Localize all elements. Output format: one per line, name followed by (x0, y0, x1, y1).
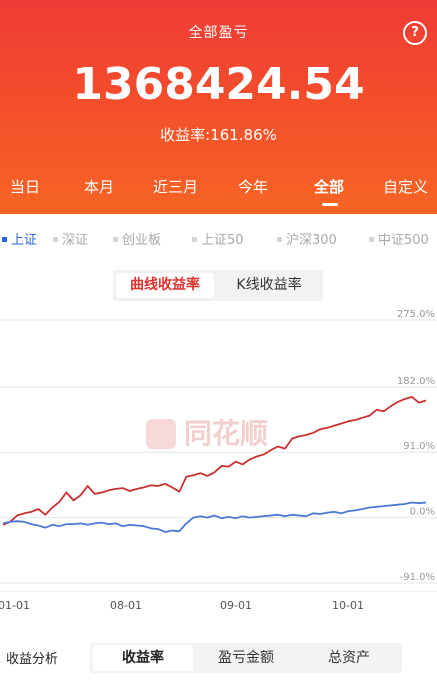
index-dot-icon (113, 237, 118, 242)
period-tabs: 当日 本月 近三月 今年 全部 自定义 (0, 176, 437, 200)
return-analysis-label: 收益分析 (6, 652, 59, 667)
tab-today[interactable]: 当日 (10, 176, 40, 197)
tab-custom[interactable]: 自定义 (383, 176, 428, 197)
chart-type-toggle: 曲线收益率 K线收益率 (113, 270, 323, 301)
x-tick-label: 10-01 (332, 599, 364, 612)
total-profit-value: 1368424.54 (72, 59, 365, 110)
page-title: 全部盈亏 (188, 25, 249, 41)
index-sse50[interactable]: 上证50 (192, 229, 244, 248)
index-dot-icon (192, 237, 197, 242)
return-rate-value: 161.86% (210, 126, 277, 144)
tab-last-three-months[interactable]: 近三月 (153, 176, 198, 197)
summary-header: 全部盈亏 ? 1368424.54 收益率:161.86% 当日 本月 近三月 … (0, 0, 437, 214)
y-tick-label: 0.0% (410, 507, 435, 518)
tab-this-year[interactable]: 今年 (238, 176, 268, 197)
y-tick-label: 182.0% (397, 376, 435, 387)
x-tick-label: 09-01 (220, 599, 252, 612)
index-csi300[interactable]: 沪深300 (277, 229, 337, 248)
index-shenzhen[interactable]: 深证 (53, 229, 88, 248)
index-dot-icon (53, 237, 58, 242)
analysis-tabs: 收益率 盈亏金额 总资产 (90, 643, 402, 673)
x-tick-label: 01-01 (0, 599, 30, 612)
y-tick-label: -91.0% (400, 572, 435, 583)
curve-return-button[interactable]: 曲线收益率 (116, 273, 214, 298)
return-rate-label: 收益率: (160, 126, 211, 144)
index-shanghai[interactable]: 上证 (2, 229, 37, 248)
tab-this-month[interactable]: 本月 (84, 176, 114, 197)
help-icon[interactable]: ? (403, 21, 427, 45)
kline-return-button[interactable]: K线收益率 (219, 273, 319, 298)
benchmark-index-selector: 上证 深证 创业板 上证50 沪深300 中证500 (0, 229, 437, 249)
index-dot-icon (2, 237, 7, 242)
tab-return-rate[interactable]: 收益率 (93, 645, 193, 671)
tab-profit-amount[interactable]: 盈亏金额 (196, 645, 296, 671)
watermark-logo-icon (146, 419, 176, 449)
watermark-text: 同花顺 (184, 417, 268, 450)
return-rate: 收益率:161.86% (0, 124, 437, 145)
index-dot-icon (277, 237, 282, 242)
tab-total-assets[interactable]: 总资产 (299, 645, 399, 671)
return-chart[interactable]: 275.0% 182.0% 91.0% 0.0% -91.0% 01-01 08-01 09-… (0, 310, 437, 612)
tab-all[interactable]: 全部 (314, 176, 344, 197)
y-tick-label: 91.0% (403, 441, 435, 452)
index-dot-icon (369, 237, 374, 242)
index-chinext[interactable]: 创业板 (113, 229, 161, 248)
active-tab-indicator (322, 203, 338, 206)
x-tick-label: 08-01 (110, 599, 142, 612)
y-tick-label: 275.0% (397, 310, 435, 320)
index-csi500[interactable]: 中证500 (369, 229, 429, 248)
